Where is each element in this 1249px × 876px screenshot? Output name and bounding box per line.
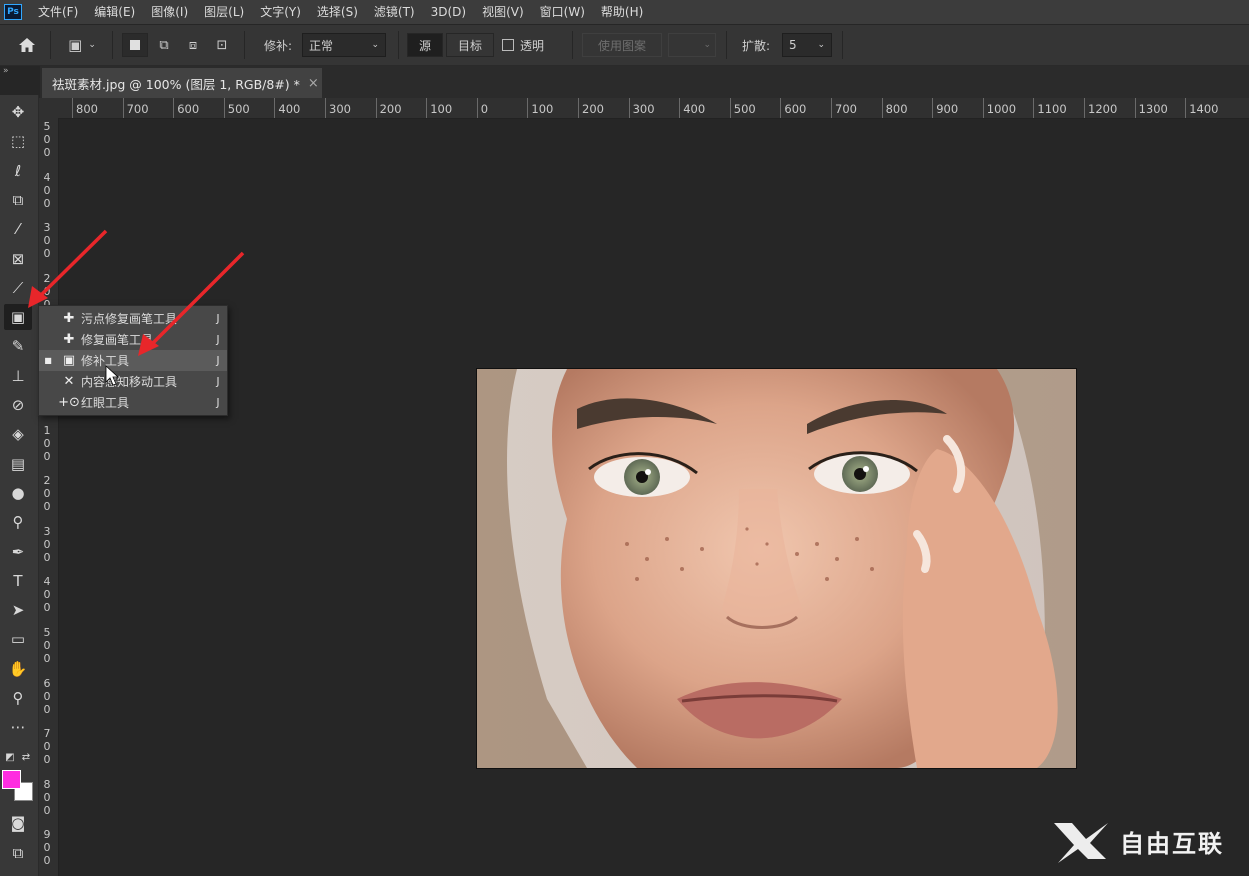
red-arrow-icon [138, 251, 245, 356]
red-arrow-icon [28, 229, 108, 308]
watermark-text: 自由互联 [1120, 829, 1224, 858]
foreground-color-swatch[interactable] [2, 770, 21, 789]
watermark-x-logo-icon [1054, 823, 1108, 863]
watermark: 自由互联 [1050, 818, 1240, 864]
mouse-cursor-icon [105, 365, 120, 386]
annotation-arrows [28, 229, 245, 386]
